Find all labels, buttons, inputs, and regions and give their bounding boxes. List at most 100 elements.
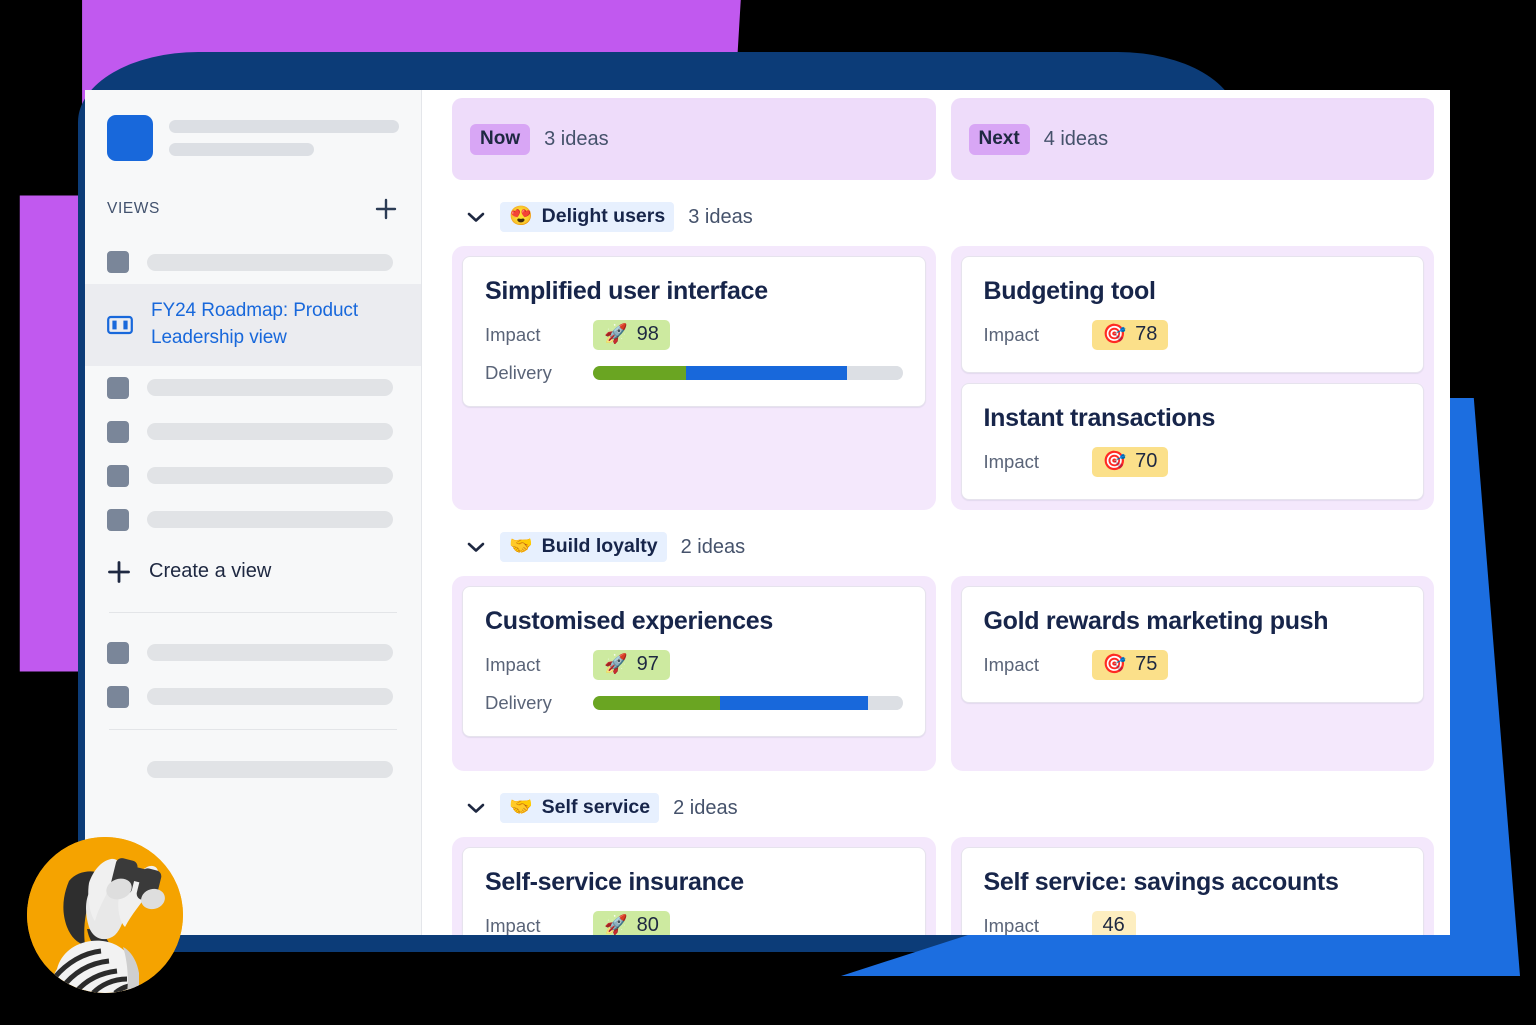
- handshake-icon: 🤝: [509, 797, 533, 818]
- plus-icon: [105, 558, 133, 586]
- group-count: 2 ideas: [673, 796, 738, 819]
- metric-label: Impact: [983, 915, 1040, 935]
- sidebar-item-placeholder[interactable]: [85, 675, 421, 719]
- workspace-logo: [107, 115, 153, 161]
- impact-badge[interactable]: 🎯 75: [1091, 650, 1169, 680]
- metric-label: Delivery: [485, 362, 552, 383]
- rocket-icon: 🚀: [604, 324, 628, 345]
- footer-list: [85, 748, 421, 792]
- group-tag: 🤝 Build loyalty: [500, 532, 667, 562]
- metric-label: Impact: [983, 324, 1040, 345]
- group-row: Self-service insurance Impact 🚀 80 Self …: [452, 837, 1434, 935]
- placeholder-bar: [169, 143, 314, 156]
- lane-next: Budgeting tool Impact 🎯 78 Instant trans…: [950, 246, 1434, 510]
- card-metric-delivery: Delivery: [485, 692, 903, 714]
- column-count-now: 3 ideas: [544, 127, 609, 150]
- create-view-button[interactable]: Create a view: [85, 542, 421, 602]
- group-delight-users: 😍 Delight users 3 ideas Simplified user …: [422, 180, 1450, 510]
- impact-badge[interactable]: 🚀 97: [593, 650, 670, 680]
- sidebar-divider: [109, 728, 397, 730]
- card-metric-delivery: Delivery: [485, 362, 903, 384]
- views-list: FY24 Roadmap: Product Leadership view: [85, 240, 421, 542]
- progress-segment-done: [593, 696, 720, 710]
- sidebar-item-fy24-roadmap[interactable]: FY24 Roadmap: Product Leadership view: [85, 284, 421, 366]
- placeholder-bar: [147, 379, 393, 397]
- group-header[interactable]: 🤝 Self service 2 ideas: [452, 771, 1434, 837]
- impact-value: 70: [1135, 450, 1158, 472]
- group-tag: 🤝 Self service: [500, 793, 660, 823]
- placeholder-bar: [147, 253, 393, 271]
- create-view-label: Create a view: [149, 560, 272, 583]
- sidebar-item-placeholder[interactable]: [85, 498, 421, 542]
- impact-badge[interactable]: 46: [1091, 911, 1136, 935]
- placeholder-bar: [147, 423, 393, 441]
- target-icon: 🎯: [1102, 451, 1127, 472]
- idea-card[interactable]: Gold rewards marketing push Impact 🎯 75: [960, 586, 1424, 703]
- views-heading: VIEWS: [107, 200, 160, 217]
- impact-badge[interactable]: 🎯 70: [1091, 447, 1169, 477]
- card-title: Budgeting tool: [983, 277, 1156, 305]
- impact-value: 75: [1135, 653, 1158, 675]
- progress-segment-done: [593, 366, 686, 380]
- rocket-icon: 🚀: [604, 654, 628, 675]
- add-view-icon[interactable]: [373, 196, 399, 222]
- idea-card[interactable]: Self service: savings accounts Impact 46: [960, 847, 1424, 935]
- impact-badge[interactable]: 🚀 98: [593, 320, 670, 350]
- delivery-progress-bar: [593, 366, 903, 380]
- avatar: [27, 837, 183, 993]
- handshake-icon: 🤝: [509, 536, 533, 557]
- card-metric-impact: Impact 46: [984, 911, 1402, 935]
- progress-segment-remaining: [868, 696, 903, 710]
- placeholder-bar: [147, 511, 393, 529]
- impact-value: 97: [636, 653, 659, 675]
- card-metric-impact: Impact 🚀 97: [485, 650, 903, 680]
- card-title: Instant transactions: [983, 404, 1216, 432]
- group-header[interactable]: 🤝 Build loyalty 2 ideas: [452, 510, 1434, 576]
- idea-card[interactable]: Instant transactions Impact 🎯 70: [960, 383, 1424, 500]
- sidebar-item-placeholder[interactable]: [85, 631, 421, 675]
- idea-card[interactable]: Customised experiences Impact 🚀 97 Deliv…: [462, 586, 926, 737]
- impact-badge[interactable]: 🎯 78: [1091, 320, 1169, 350]
- card-title: Customised experiences: [485, 607, 773, 635]
- group-label: Build loyalty: [541, 535, 658, 557]
- progress-segment-remaining: [846, 366, 903, 380]
- impact-badge[interactable]: 🚀 80: [593, 911, 670, 935]
- view-icon: [107, 420, 129, 443]
- sidebar-divider: [109, 611, 397, 613]
- card-metric-impact: Impact 🎯 78: [984, 320, 1402, 350]
- column-header-next[interactable]: Next 4 ideas: [950, 98, 1434, 180]
- card-metric-impact: Impact 🚀 80: [485, 911, 903, 935]
- sidebar-item-placeholder[interactable]: [85, 748, 421, 792]
- idea-card[interactable]: Simplified user interface Impact 🚀 98 De…: [462, 256, 926, 407]
- sidebar-item-placeholder[interactable]: [85, 366, 421, 410]
- lane-now: Simplified user interface Impact 🚀 98 De…: [452, 246, 936, 510]
- lane-next: Gold rewards marketing push Impact 🎯 75: [950, 576, 1434, 771]
- group-label: Delight users: [541, 205, 666, 227]
- group-self-service: 🤝 Self service 2 ideas Self-service insu…: [422, 771, 1450, 935]
- card-title: Self service: savings accounts: [983, 868, 1339, 896]
- sidebar-item-placeholder[interactable]: [85, 240, 421, 284]
- sidebar-header: [85, 90, 421, 161]
- view-icon: [107, 464, 129, 487]
- placeholder-bar: [169, 120, 399, 133]
- impact-value: 46: [1102, 914, 1125, 935]
- card-metric-impact: Impact 🎯 75: [984, 650, 1402, 680]
- impact-value: 78: [1135, 323, 1158, 345]
- column-header-now[interactable]: Now 3 ideas: [452, 98, 936, 180]
- idea-card[interactable]: Self-service insurance Impact 🚀 80: [462, 847, 926, 935]
- app-window: VIEWS FY24 Roadmap: Product Leadership v…: [85, 90, 1450, 935]
- column-headers: Now 3 ideas Next 4 ideas: [422, 98, 1450, 180]
- group-build-loyalty: 🤝 Build loyalty 2 ideas Customised exper…: [422, 510, 1450, 771]
- group-header[interactable]: 😍 Delight users 3 ideas: [452, 180, 1434, 246]
- sidebar-item-placeholder[interactable]: [85, 410, 421, 454]
- chevron-down-icon[interactable]: [466, 540, 486, 554]
- chevron-down-icon[interactable]: [466, 210, 486, 224]
- views-section-header: VIEWS: [85, 161, 421, 222]
- idea-card[interactable]: Budgeting tool Impact 🎯 78: [960, 256, 1424, 373]
- metric-label: Impact: [983, 451, 1040, 472]
- target-icon: 🎯: [1102, 654, 1127, 675]
- chevron-down-icon[interactable]: [466, 801, 486, 815]
- view-icon: [107, 685, 129, 708]
- group-count: 3 ideas: [688, 205, 753, 228]
- sidebar-item-placeholder[interactable]: [85, 454, 421, 498]
